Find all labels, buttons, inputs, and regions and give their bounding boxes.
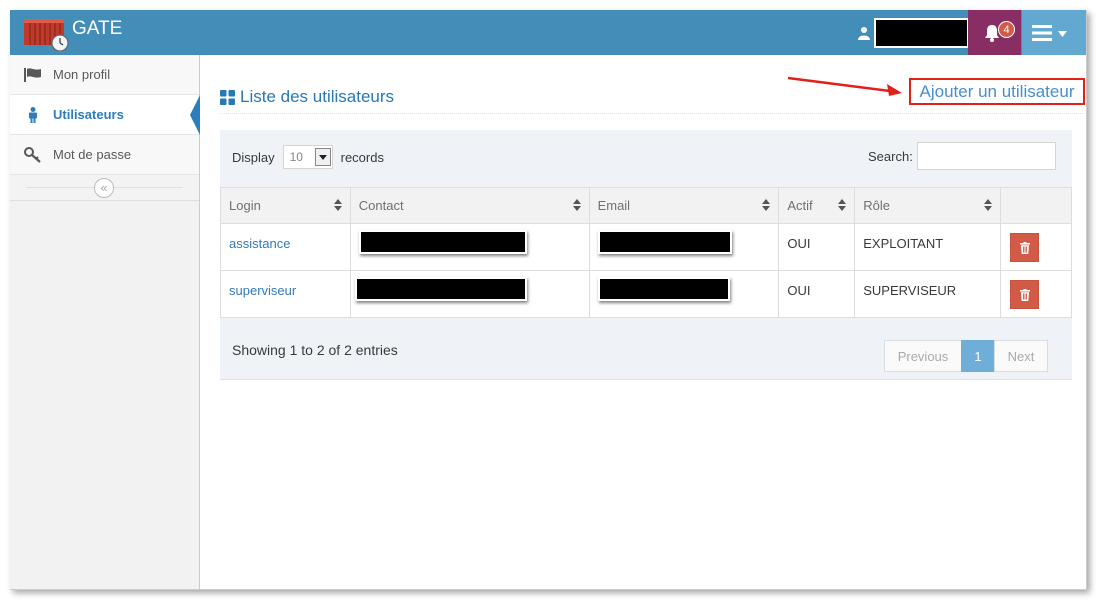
role-cell: SUPERVISEUR — [854, 270, 1002, 318]
app-window: GATE 4 Mon profil Utilisateurs Mot de pa… — [10, 10, 1087, 590]
sidebar-item-label: Mon profil — [53, 67, 111, 82]
table-header-row: Login Contact Email Actif Rôle — [220, 187, 1072, 224]
delete-button[interactable] — [1010, 280, 1040, 309]
grid-icon — [220, 89, 235, 105]
chevron-down-icon — [314, 148, 331, 166]
collapse-sidebar-button[interactable]: « — [94, 178, 114, 198]
brand[interactable]: GATE — [22, 16, 123, 51]
user-icon — [858, 26, 870, 40]
trash-icon — [1019, 241, 1030, 254]
pagination: Previous 1 Next — [884, 340, 1048, 372]
column-header-actif[interactable]: Actif — [778, 187, 856, 224]
records-label: records — [340, 149, 384, 165]
sort-icon — [984, 199, 993, 211]
add-user-link[interactable]: Ajouter un utilisateur — [909, 78, 1085, 105]
notifications-button[interactable]: 4 — [968, 10, 1021, 55]
brand-name: GATE — [72, 18, 123, 39]
table-toolbar: Display 10 records Search: — [232, 142, 1060, 172]
user-menu[interactable] — [858, 10, 969, 55]
page-title-text: Liste des utilisateurs — [240, 87, 395, 106]
page-1-button[interactable]: 1 — [961, 340, 995, 372]
redacted-email — [597, 230, 732, 254]
table-row: superviseur OUI SUPERVISEUR — [220, 270, 1072, 318]
user-icon — [24, 106, 42, 123]
page-title: Liste des utilisateurs — [220, 87, 394, 107]
login-link[interactable]: superviseur — [220, 270, 351, 318]
sort-icon — [838, 199, 847, 211]
notification-count-badge: 4 — [998, 21, 1015, 38]
column-header-role[interactable]: Rôle — [854, 187, 1002, 224]
sort-icon — [572, 199, 581, 211]
column-label: Login — [229, 198, 261, 213]
sidebar-item-label: Utilisateurs — [53, 107, 124, 122]
email-cell — [588, 270, 780, 318]
redacted-username — [874, 17, 969, 48]
next-page-button[interactable]: Next — [994, 340, 1048, 372]
contact-cell — [349, 223, 590, 271]
sort-icon — [333, 199, 342, 211]
display-label: Display — [232, 149, 275, 165]
login-link[interactable]: assistance — [220, 223, 351, 271]
search-label: Search: — [868, 149, 913, 164]
page-size-select[interactable]: 10 — [282, 145, 333, 169]
users-table-panel: Display 10 records Search: Login Contact — [220, 130, 1072, 380]
main-menu-button[interactable] — [1022, 10, 1086, 55]
column-label: Email — [597, 198, 631, 213]
previous-page-button[interactable]: Previous — [884, 340, 962, 372]
trash-icon — [1019, 288, 1030, 301]
sidebar-item-mot-de-passe[interactable]: Mot de passe — [10, 135, 199, 175]
sidebar-collapse-bar: « — [10, 175, 199, 201]
search-input[interactable] — [917, 142, 1056, 170]
redacted-contact — [358, 230, 527, 254]
redacted-email — [597, 277, 730, 301]
sidebar: Mon profil Utilisateurs Mot de passe « — [10, 55, 200, 589]
redacted-contact — [354, 277, 527, 301]
flag-icon — [24, 67, 42, 83]
container-logo-icon — [24, 19, 69, 51]
actions-cell — [1000, 223, 1072, 271]
page-header: Liste des utilisateurs Ajouter un utilis… — [220, 78, 1086, 114]
contact-cell — [349, 270, 590, 318]
column-header-email[interactable]: Email — [588, 187, 780, 224]
sidebar-item-mon-profil[interactable]: Mon profil — [10, 55, 199, 95]
page-size-value: 10 — [289, 150, 303, 164]
sidebar-item-utilisateurs[interactable]: Utilisateurs — [10, 95, 200, 135]
column-header-actions — [1000, 187, 1072, 224]
actions-cell — [1000, 270, 1072, 318]
sidebar-item-label: Mot de passe — [53, 147, 132, 162]
column-label: Actif — [787, 198, 813, 213]
sort-icon — [762, 199, 771, 211]
column-label: Contact — [358, 198, 404, 213]
actif-cell: OUI — [778, 270, 856, 318]
bell-icon — [984, 24, 999, 42]
hamburger-icon — [1032, 24, 1052, 41]
delete-button[interactable] — [1010, 233, 1040, 262]
column-header-contact[interactable]: Contact — [349, 187, 590, 224]
annotation-arrow — [787, 76, 902, 96]
table-row: assistance OUI EXPLOITANT — [220, 223, 1072, 271]
column-label: Rôle — [863, 198, 890, 213]
actif-cell: OUI — [778, 223, 856, 271]
column-header-login[interactable]: Login — [220, 187, 351, 224]
role-cell: EXPLOITANT — [854, 223, 1002, 271]
key-icon — [24, 146, 42, 163]
entries-info: Showing 1 to 2 of 2 entries — [232, 342, 398, 358]
top-navbar: GATE 4 — [10, 10, 1086, 55]
chevron-down-icon — [1058, 31, 1067, 37]
email-cell — [588, 223, 780, 271]
users-table: Login Contact Email Actif Rôle assistanc… — [220, 187, 1072, 318]
